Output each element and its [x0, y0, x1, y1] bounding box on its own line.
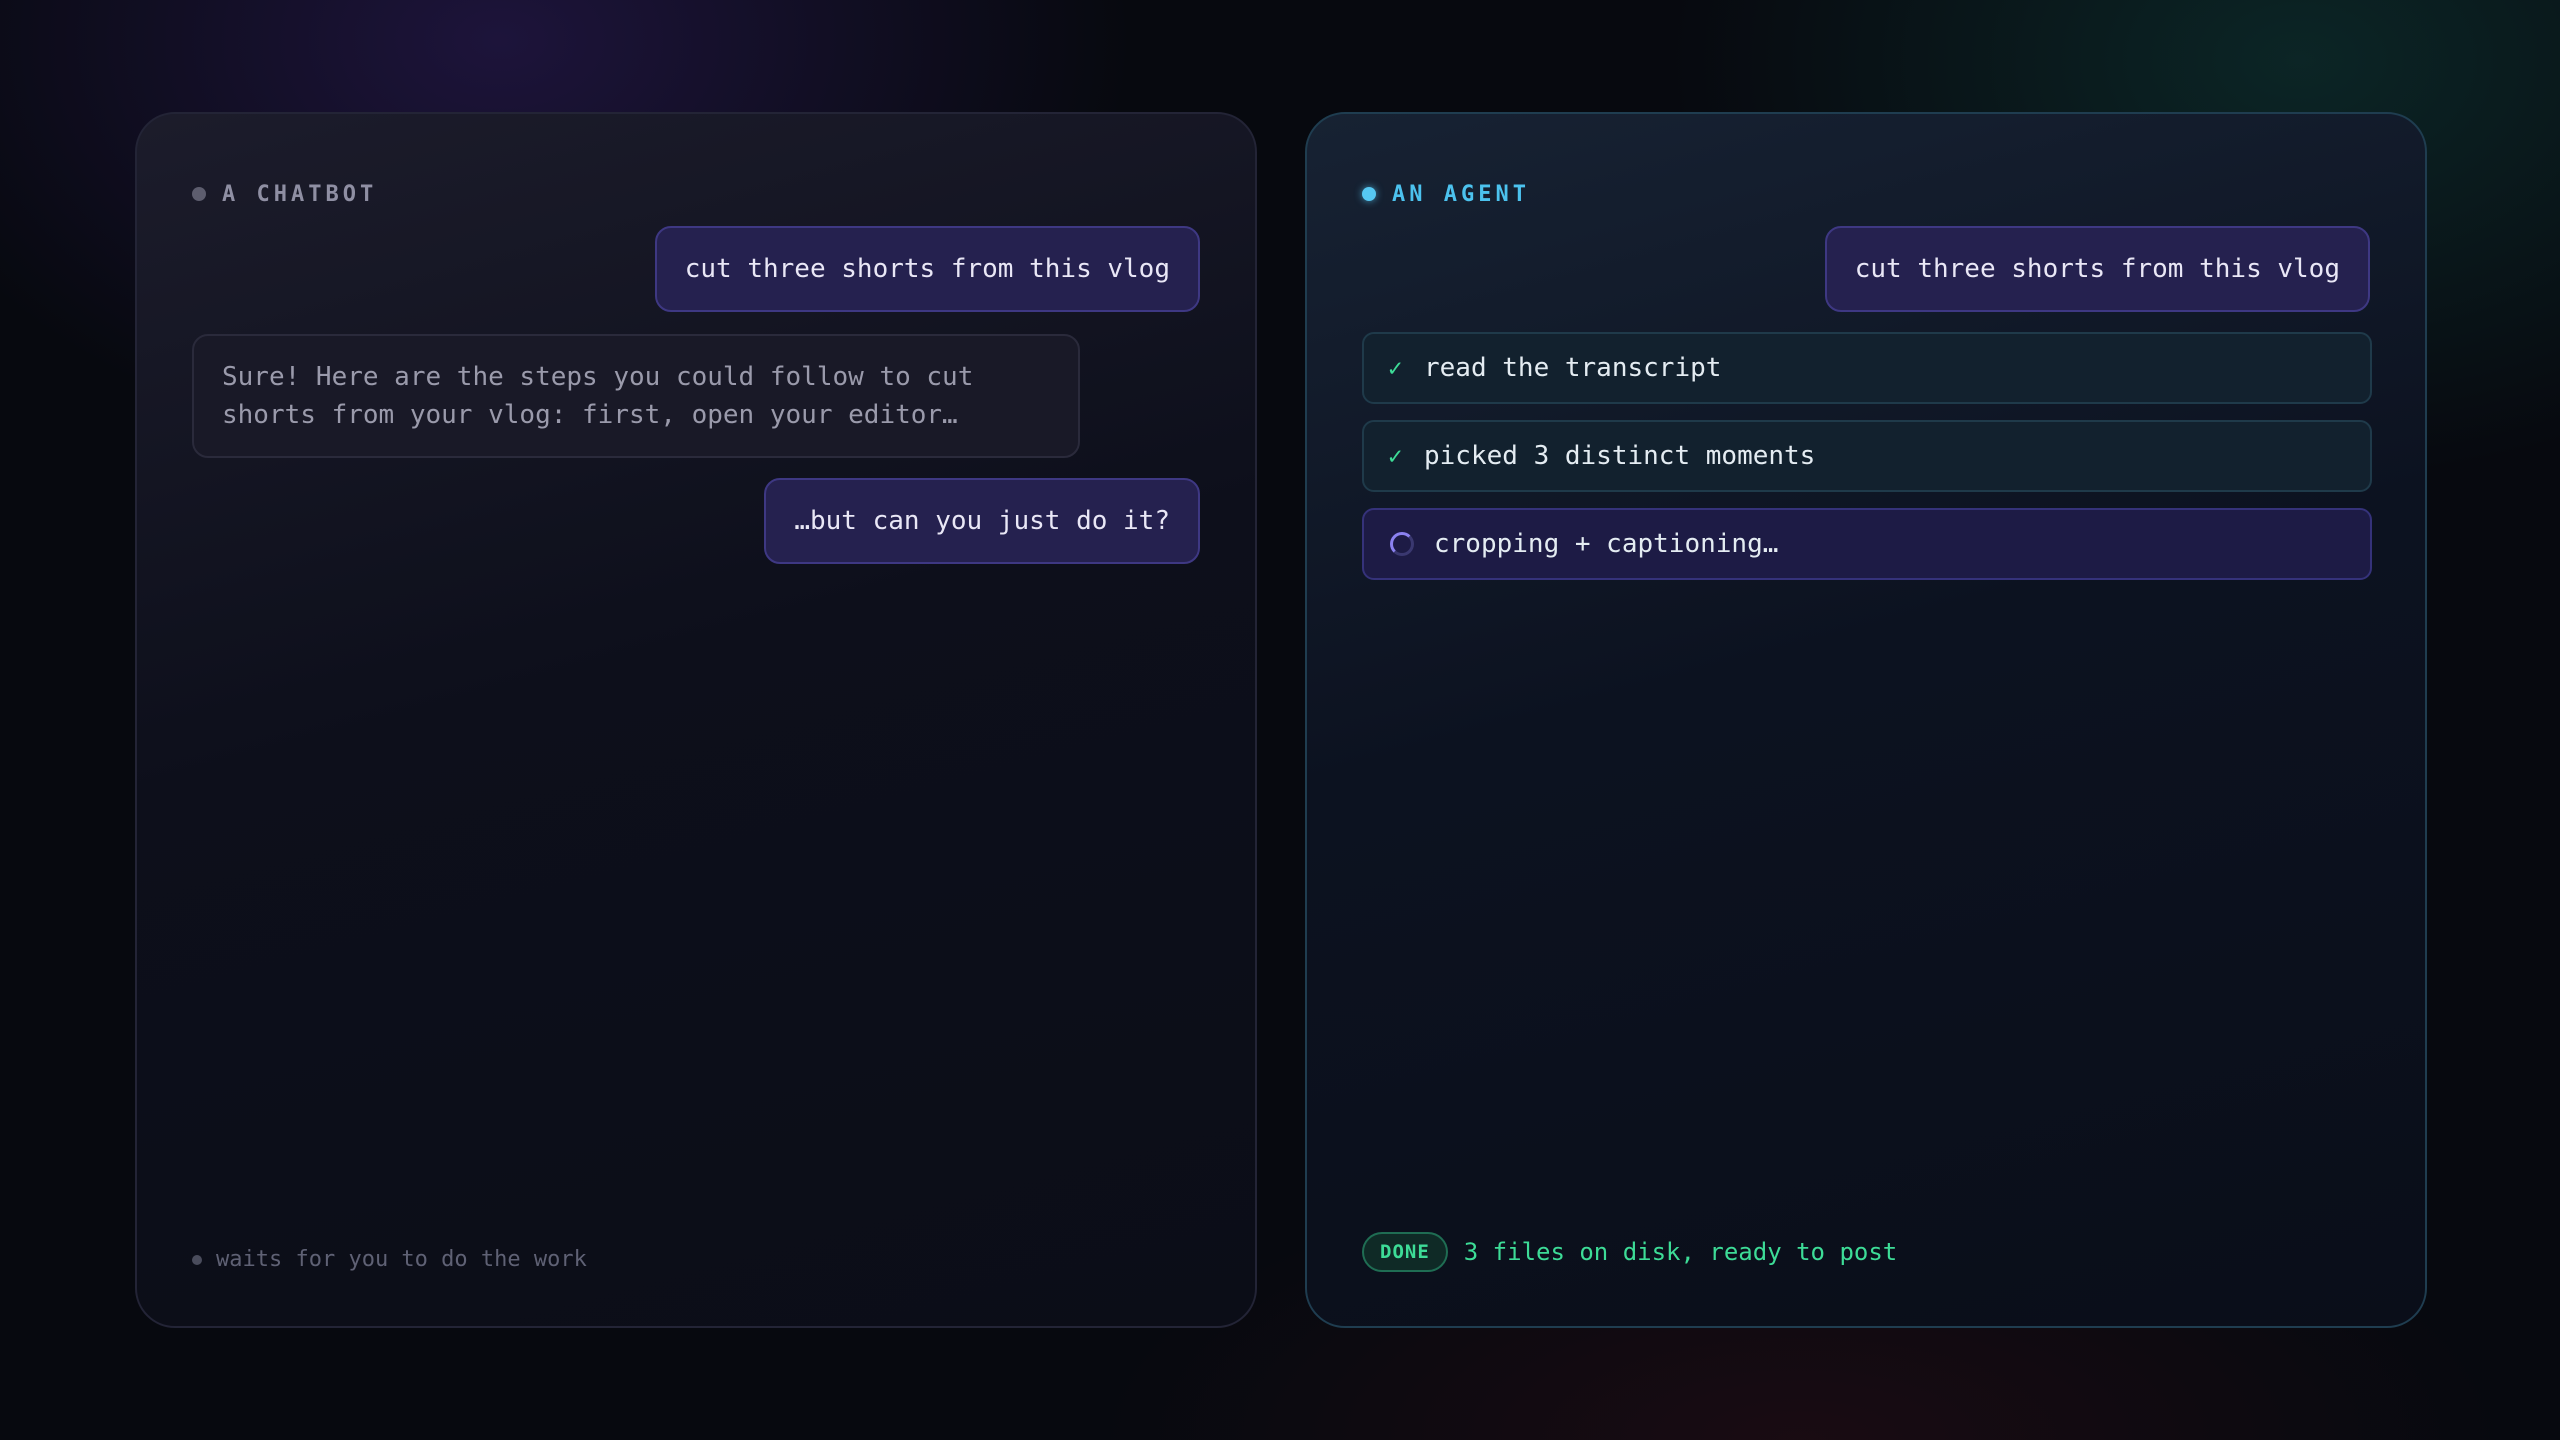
- chatbot-footer-note: waits for you to do the work: [192, 1247, 587, 1272]
- chatbot-reply-message: Sure! Here are the steps you could follo…: [192, 334, 1080, 458]
- checkmark-icon: ✓: [1388, 442, 1403, 470]
- step-label: cropping + captioning…: [1434, 529, 1779, 559]
- agent-panel: AN AGENT cut three shorts from this vlog…: [1305, 112, 2427, 1328]
- agent-panel-header: AN AGENT: [1362, 169, 2370, 219]
- status-dot-icon: [1362, 187, 1376, 201]
- reply-line-2: shorts from your vlog: first, open your …: [222, 400, 958, 430]
- message-text: cut three shorts from this vlog: [1854, 254, 2340, 284]
- chatbot-user-message-1: cut three shorts from this vlog: [654, 226, 1200, 312]
- step-label: read the transcript: [1424, 353, 1722, 383]
- step-label: picked 3 distinct moments: [1424, 441, 1816, 471]
- done-badge: DONE: [1362, 1232, 1448, 1272]
- agent-done-status: DONE 3 files on disk, ready to post: [1362, 1232, 1897, 1272]
- footer-note-text: waits for you to do the work: [216, 1247, 587, 1272]
- message-text: …but can you just do it?: [794, 506, 1170, 536]
- agent-step-1: ✓ read the transcript: [1362, 332, 2372, 404]
- message-text: cut three shorts from this vlog: [684, 254, 1170, 284]
- chatbot-panel-title: A CHATBOT: [222, 181, 378, 207]
- reply-line-1: Sure! Here are the steps you could follo…: [222, 362, 974, 392]
- agent-step-2: ✓ picked 3 distinct moments: [1362, 420, 2372, 492]
- checkmark-icon: ✓: [1388, 354, 1403, 382]
- chatbot-panel-header: A CHATBOT: [192, 169, 1200, 219]
- agent-user-message: cut three shorts from this vlog: [1824, 226, 2370, 312]
- bullet-dot-icon: [192, 1254, 202, 1265]
- chatbot-user-message-2: …but can you just do it?: [764, 478, 1200, 564]
- agent-panel-title: AN AGENT: [1392, 181, 1530, 207]
- done-status-text: 3 files on disk, ready to post: [1463, 1238, 1898, 1266]
- agent-step-3: cropping + captioning…: [1362, 508, 2372, 580]
- chatbot-panel: A CHATBOT cut three shorts from this vlo…: [135, 112, 1257, 1328]
- status-dot-icon: [192, 187, 206, 201]
- loading-spinner-icon: [1390, 532, 1414, 556]
